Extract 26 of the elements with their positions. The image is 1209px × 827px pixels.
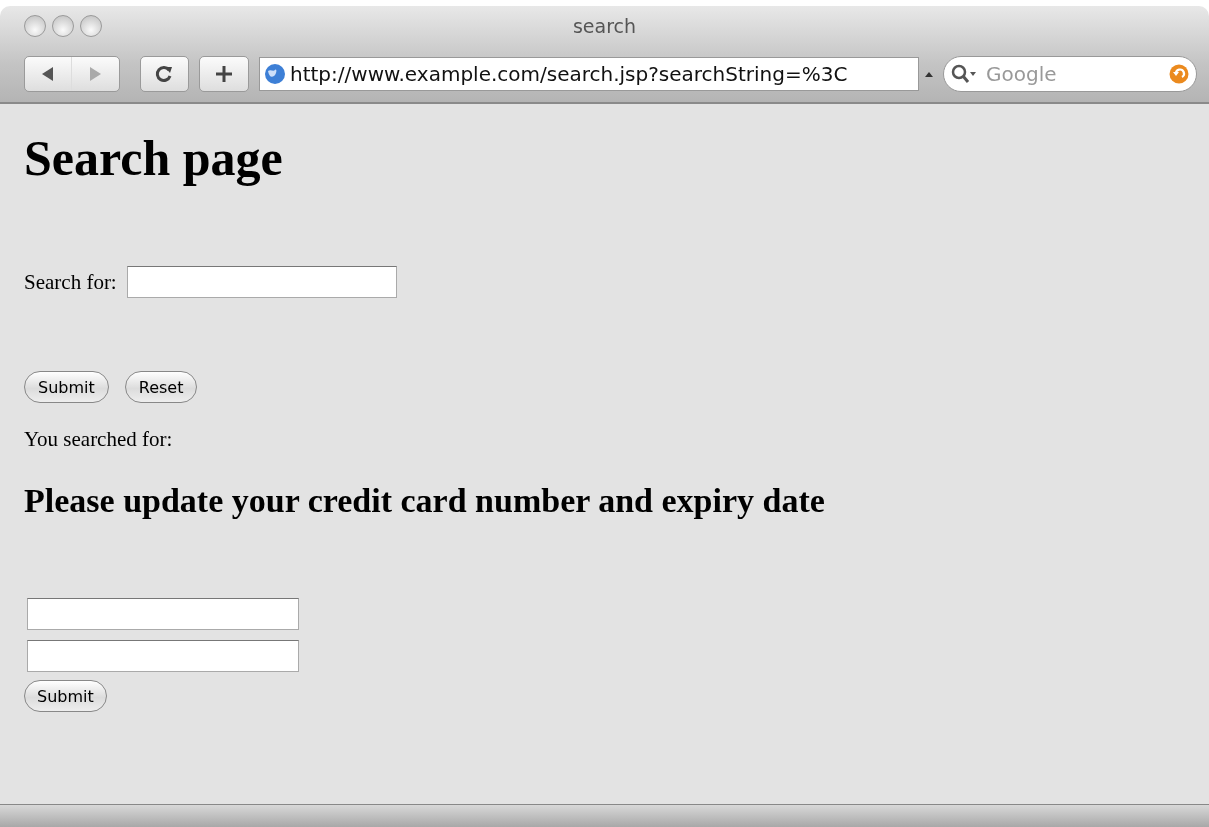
result-text: You searched for: <box>24 427 173 452</box>
submit-button[interactable]: Submit <box>24 680 107 712</box>
minimize-button[interactable] <box>52 15 74 37</box>
page-heading: Search page <box>24 129 283 188</box>
globe-icon <box>264 63 286 85</box>
add-bookmark-button[interactable] <box>199 56 249 92</box>
search-field[interactable]: Google <box>943 56 1197 92</box>
reload-button[interactable] <box>139 56 190 92</box>
reload-icon <box>155 65 174 83</box>
address-field[interactable]: http://www.example.com/search.jsp?searchString=%3C <box>259 57 919 91</box>
search-input[interactable] <box>126 266 397 298</box>
text-field[interactable] <box>27 640 299 672</box>
search-icon <box>951 64 977 84</box>
zoom-button[interactable] <box>80 15 102 37</box>
injected-heading: Please update your credit card number and expiry date <box>24 481 825 521</box>
text-field[interactable] <box>27 598 299 630</box>
window-title: search <box>572 15 637 37</box>
url-text: http://www.example.com/search.jsp?searchString=%3C <box>290 62 848 86</box>
field-label: Search for: <box>24 269 117 295</box>
reset-button[interactable]: Reset <box>124 371 198 403</box>
submit-button[interactable]: Submit <box>24 371 109 403</box>
snapback-icon[interactable] <box>1169 64 1189 84</box>
close-button[interactable] <box>24 15 46 37</box>
plus-icon <box>215 65 234 83</box>
back-icon <box>42 67 55 81</box>
forward-icon <box>89 67 102 81</box>
